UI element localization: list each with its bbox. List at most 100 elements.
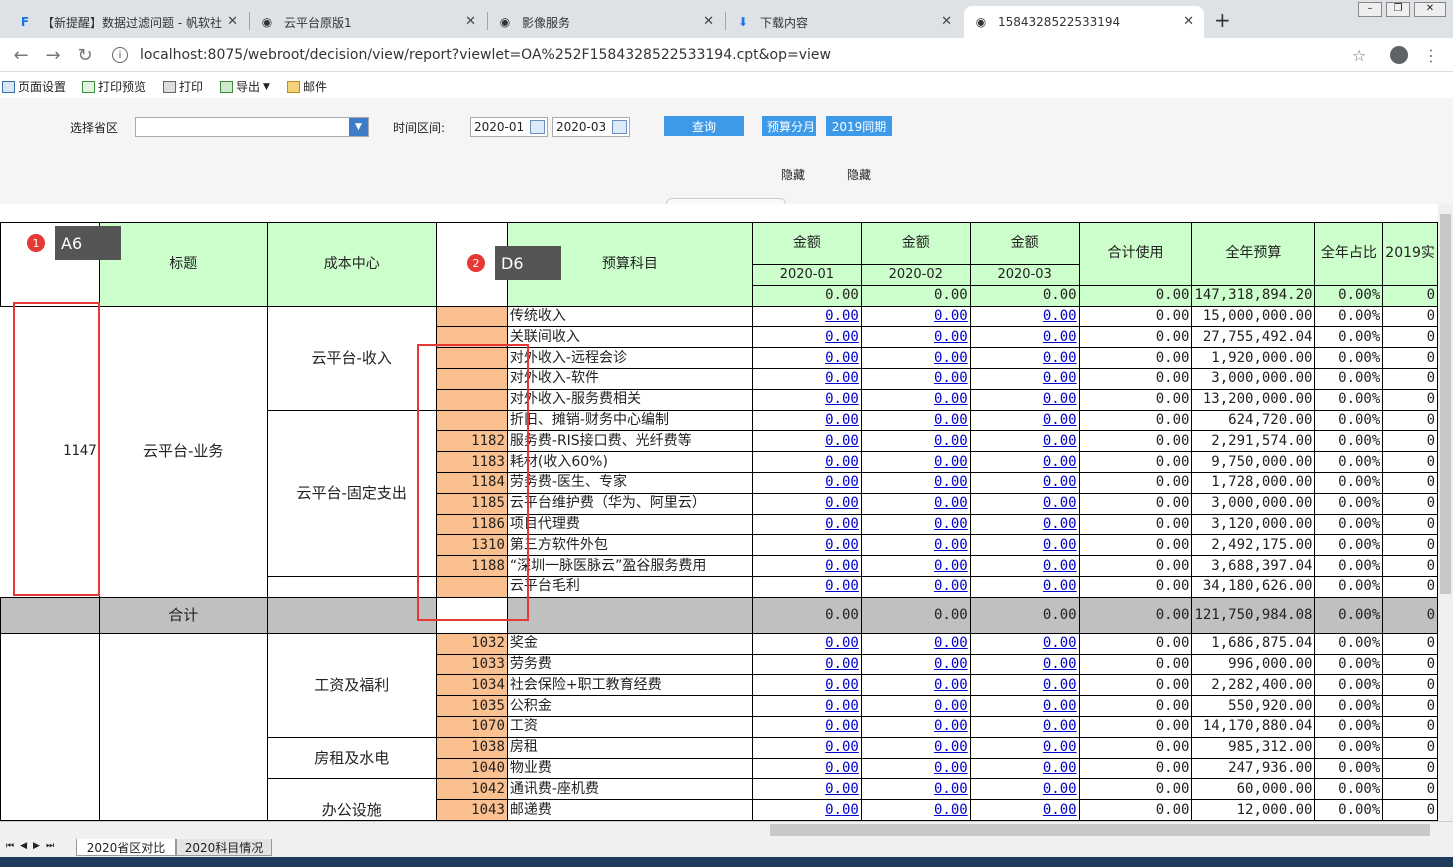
sheet-nav-arrows-icon[interactable]: ⏮◀▶⏭: [6, 841, 60, 851]
amount-link[interactable]: 0.00: [751, 674, 862, 697]
reload-icon[interactable]: ↻: [74, 44, 96, 66]
close-window-icon[interactable]: ✕: [1414, 2, 1446, 17]
browser-tab-cloud[interactable]: ◉ 云平台原版1 ✕: [250, 6, 486, 38]
amount-link[interactable]: 0.00: [860, 409, 971, 432]
menu-icon[interactable]: ⋮: [1420, 44, 1442, 66]
browser-tab-report[interactable]: ◉ 1584328522533194 ✕: [964, 6, 1204, 38]
browser-tab-imaging[interactable]: ◉ 影像服务 ✕: [488, 6, 724, 38]
amount-link[interactable]: 0.00: [860, 653, 971, 676]
amount-link[interactable]: 0.00: [969, 513, 1080, 536]
amount-link[interactable]: 0.00: [751, 778, 862, 801]
calendar-icon[interactable]: [530, 120, 545, 134]
amount-link[interactable]: 0.00: [860, 715, 971, 738]
amount-link[interactable]: 0.00: [969, 347, 1080, 369]
amount-link[interactable]: 0.00: [860, 305, 971, 328]
amount-link[interactable]: 0.00: [860, 555, 971, 577]
close-icon[interactable]: ✕: [227, 14, 238, 29]
amount-link[interactable]: 0.00: [751, 695, 862, 717]
amount-link[interactable]: 0.00: [860, 534, 971, 557]
amount-link[interactable]: 0.00: [969, 695, 1080, 717]
amount-link[interactable]: 0.00: [860, 757, 971, 780]
province-select[interactable]: ▼: [135, 117, 369, 137]
amount-link[interactable]: 0.00: [751, 715, 862, 738]
new-tab-button[interactable]: +: [1214, 8, 1231, 32]
horizontal-scrollbar[interactable]: [0, 821, 1453, 839]
sheet-tab-province[interactable]: 2020省区对比: [76, 839, 176, 856]
amount-link[interactable]: 0.00: [969, 778, 1080, 801]
browser-tab-downloads[interactable]: ⬇ 下载内容 ✕: [726, 6, 962, 38]
amount-link[interactable]: 0.00: [969, 575, 1080, 598]
amount-link[interactable]: 0.00: [860, 799, 971, 821]
browser-tab-forum[interactable]: F 【新提醒】数据过滤问题 - 帆软社 ✕: [8, 6, 248, 38]
mail-button[interactable]: 邮件: [287, 78, 327, 95]
date-from-field[interactable]: 2020-01: [470, 117, 548, 137]
amount-link[interactable]: 0.00: [751, 736, 862, 759]
amount-link[interactable]: 0.00: [860, 513, 971, 536]
amount-link[interactable]: 0.00: [969, 653, 1080, 676]
amount-link[interactable]: 0.00: [969, 305, 1080, 328]
amount-link[interactable]: 0.00: [751, 367, 862, 390]
amount-link[interactable]: 0.00: [969, 736, 1080, 759]
scroll-thumb[interactable]: [1440, 214, 1451, 594]
amount-link[interactable]: 0.00: [860, 778, 971, 801]
close-icon[interactable]: ✕: [465, 14, 476, 29]
amount-link[interactable]: 0.00: [751, 388, 862, 411]
amount-link[interactable]: 0.00: [969, 674, 1080, 697]
info-icon[interactable]: i: [112, 47, 128, 63]
amount-link[interactable]: 0.00: [751, 430, 862, 453]
amount-link[interactable]: 0.00: [860, 451, 971, 473]
hide-toggle-2[interactable]: 隐藏: [847, 166, 871, 183]
calendar-icon[interactable]: [612, 120, 627, 134]
amount-link[interactable]: 0.00: [751, 575, 862, 598]
amount-link[interactable]: 0.00: [969, 388, 1080, 411]
profile-icon[interactable]: [1388, 44, 1410, 66]
amount-link[interactable]: 0.00: [751, 632, 862, 655]
amount-link[interactable]: 0.00: [860, 575, 971, 598]
amount-link[interactable]: 0.00: [969, 757, 1080, 780]
amount-link[interactable]: 0.00: [969, 451, 1080, 473]
amount-link[interactable]: 0.00: [751, 451, 862, 473]
amount-link[interactable]: 0.00: [860, 367, 971, 390]
amount-link[interactable]: 0.00: [860, 736, 971, 759]
amount-link[interactable]: 0.00: [751, 492, 862, 515]
amount-link[interactable]: 0.00: [751, 409, 862, 432]
amount-link[interactable]: 0.00: [969, 326, 1080, 349]
amount-link[interactable]: 0.00: [751, 326, 862, 349]
amount-link[interactable]: 0.00: [751, 799, 862, 821]
minimize-icon[interactable]: –: [1358, 2, 1382, 17]
print-button[interactable]: 打印: [163, 78, 203, 95]
amount-link[interactable]: 0.00: [969, 799, 1080, 821]
hide-toggle-1[interactable]: 隐藏: [781, 166, 805, 183]
amount-link[interactable]: 0.00: [751, 653, 862, 676]
amount-link[interactable]: 0.00: [751, 513, 862, 536]
amount-link[interactable]: 0.00: [751, 757, 862, 780]
back-icon[interactable]: ←: [10, 44, 32, 66]
amount-link[interactable]: 0.00: [860, 326, 971, 349]
star-icon[interactable]: ☆: [1348, 44, 1370, 66]
amount-link[interactable]: 0.00: [751, 305, 862, 328]
amount-link[interactable]: 0.00: [969, 555, 1080, 577]
amount-link[interactable]: 0.00: [969, 715, 1080, 738]
amount-link[interactable]: 0.00: [969, 430, 1080, 453]
budget-split-button[interactable]: 预算分月: [762, 116, 816, 136]
amount-link[interactable]: 0.00: [751, 347, 862, 369]
amount-link[interactable]: 0.00: [860, 347, 971, 369]
export-button[interactable]: 导出 ▼: [220, 78, 270, 95]
sheet-tab-subjects[interactable]: 2020科目情况: [176, 839, 272, 856]
query-button[interactable]: 查询: [664, 116, 744, 136]
amount-link[interactable]: 0.00: [969, 409, 1080, 432]
amount-link[interactable]: 0.00: [969, 367, 1080, 390]
amount-link[interactable]: 0.00: [860, 430, 971, 453]
amount-link[interactable]: 0.00: [969, 534, 1080, 557]
amount-link[interactable]: 0.00: [751, 555, 862, 577]
restore-icon[interactable]: ❐: [1386, 2, 1410, 17]
amount-link[interactable]: 0.00: [860, 674, 971, 697]
amount-link[interactable]: 0.00: [860, 632, 971, 655]
same-period-button[interactable]: 2019同期: [826, 116, 892, 136]
vertical-scrollbar[interactable]: [1438, 204, 1453, 821]
close-icon[interactable]: ✕: [1183, 14, 1194, 29]
close-icon[interactable]: ✕: [941, 14, 952, 29]
hscroll-thumb[interactable]: [770, 824, 1430, 836]
forward-icon[interactable]: →: [42, 44, 64, 66]
chevron-down-icon[interactable]: ▼: [349, 118, 368, 136]
